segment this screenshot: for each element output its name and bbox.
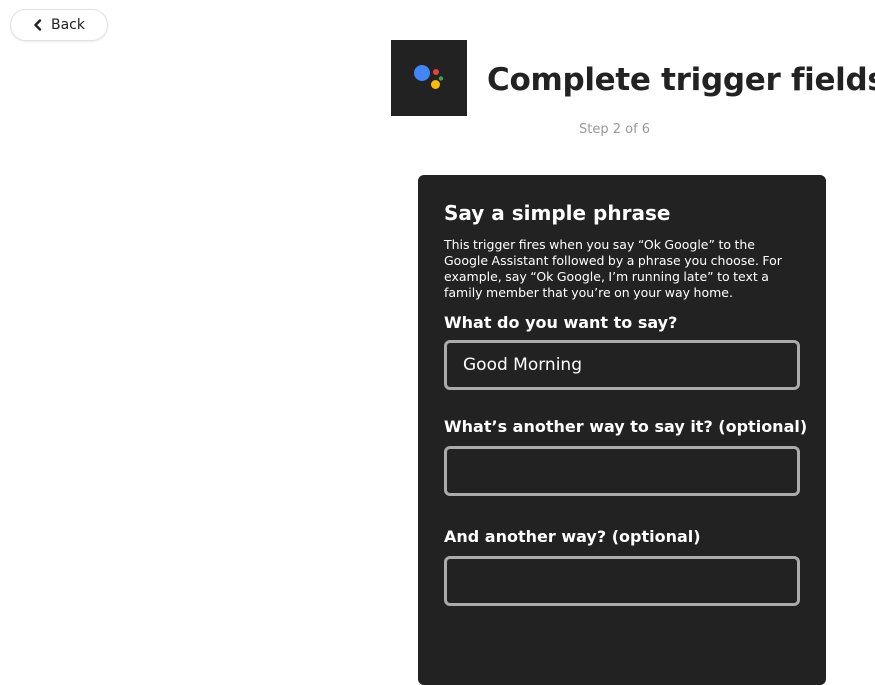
page-title: Complete trigger fields (487, 62, 875, 98)
step-indicator: Step 2 of 6 (579, 122, 651, 137)
alternate-phrase-input[interactable] (444, 446, 800, 496)
back-button[interactable]: Back (10, 9, 108, 41)
trigger-fields-card: Say a simple phrase This trigger fires w… (418, 175, 826, 685)
second-alternate-phrase-input[interactable] (444, 556, 800, 606)
chevron-left-icon (32, 19, 44, 31)
back-button-label: Back (51, 17, 85, 33)
google-assistant-icon (391, 40, 467, 116)
trigger-title: Say a simple phrase (444, 201, 671, 225)
second-alternate-phrase-field-label: And another way? (optional) (444, 527, 701, 546)
phrase-field-label: What do you want to say? (444, 313, 678, 332)
trigger-description: This trigger fires when you say “Ok Goog… (444, 237, 782, 300)
alternate-phrase-field-label: What’s another way to say it? (optional) (444, 417, 808, 436)
phrase-input[interactable] (444, 340, 800, 390)
